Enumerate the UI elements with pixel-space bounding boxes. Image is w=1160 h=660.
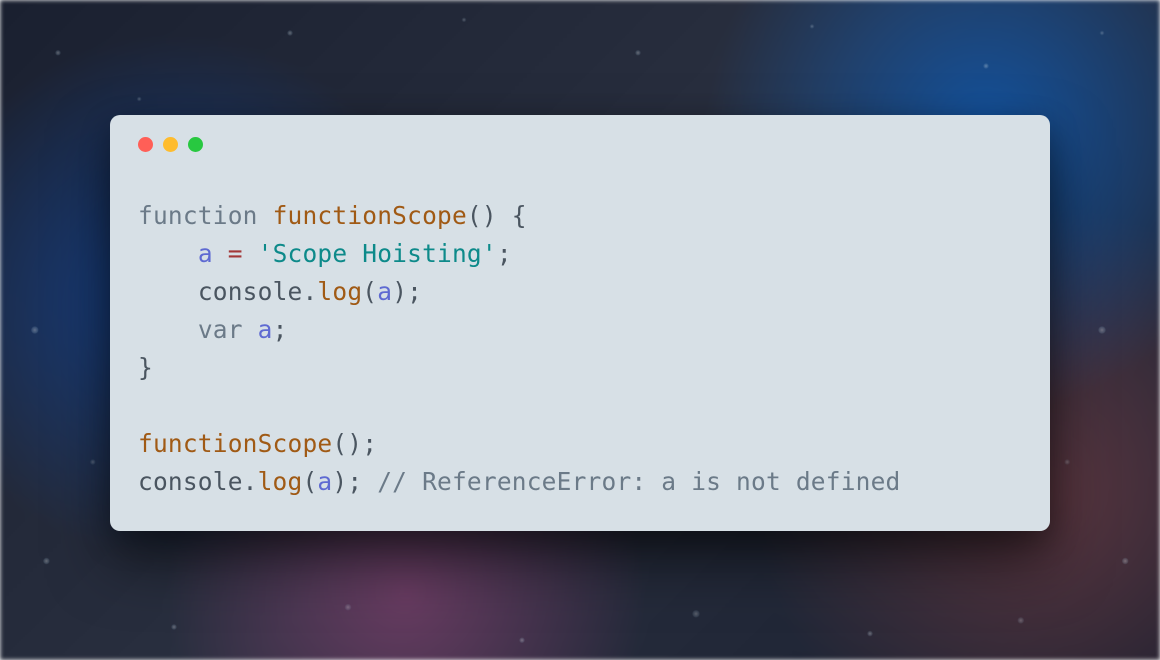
punct: ); bbox=[332, 467, 362, 496]
space bbox=[362, 467, 377, 496]
variable-a: a bbox=[258, 315, 273, 344]
punct: ; bbox=[497, 239, 512, 268]
punct: ( bbox=[362, 277, 377, 306]
brace-close: } bbox=[138, 353, 153, 382]
object-console: console bbox=[138, 467, 243, 496]
variable-a: a bbox=[198, 239, 213, 268]
function-name: functionScope bbox=[273, 201, 467, 230]
keyword-function: function bbox=[138, 201, 258, 230]
variable-a: a bbox=[317, 467, 332, 496]
close-button[interactable] bbox=[138, 137, 153, 152]
function-call: functionScope bbox=[138, 429, 332, 458]
indent bbox=[138, 277, 198, 306]
keyword-var: var bbox=[198, 315, 243, 344]
minimize-button[interactable] bbox=[163, 137, 178, 152]
string-literal: 'Scope Hoisting' bbox=[258, 239, 497, 268]
punct: . bbox=[302, 277, 317, 306]
indent bbox=[138, 315, 198, 344]
object-console: console bbox=[198, 277, 303, 306]
punct: () { bbox=[467, 201, 527, 230]
punct: . bbox=[243, 467, 258, 496]
space bbox=[243, 315, 258, 344]
code-window: function functionScope() { a = 'Scope Ho… bbox=[110, 115, 1050, 531]
indent bbox=[138, 239, 198, 268]
punct: ; bbox=[273, 315, 288, 344]
punct: (); bbox=[332, 429, 377, 458]
comment: // ReferenceError: a is not defined bbox=[377, 467, 900, 496]
punct: ( bbox=[302, 467, 317, 496]
method-log: log bbox=[317, 277, 362, 306]
operator-assign: = bbox=[213, 239, 258, 268]
window-titlebar bbox=[138, 137, 1022, 152]
punct: ); bbox=[392, 277, 422, 306]
code-block: function functionScope() { a = 'Scope Ho… bbox=[138, 197, 1022, 501]
method-log: log bbox=[258, 467, 303, 496]
maximize-button[interactable] bbox=[188, 137, 203, 152]
variable-a: a bbox=[377, 277, 392, 306]
